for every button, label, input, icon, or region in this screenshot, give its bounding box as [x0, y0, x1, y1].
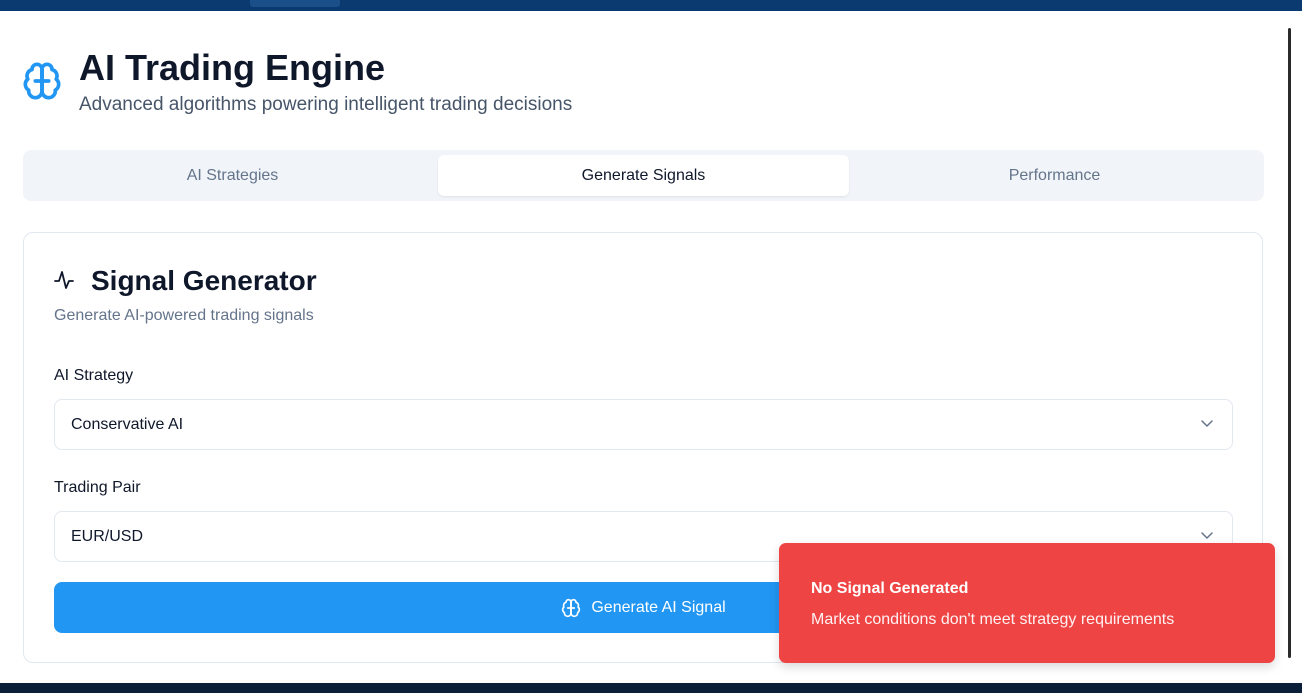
page-title: AI Trading Engine — [79, 47, 386, 88]
trading-pair-select-value: EUR/USD — [71, 528, 144, 545]
brain-icon — [23, 62, 61, 100]
card-description: Generate AI-powered trading signals — [54, 307, 314, 324]
chevron-down-icon — [1201, 420, 1213, 427]
browser-tab-indicator — [250, 0, 340, 7]
card-title: Signal Generator — [91, 265, 317, 296]
page-subtitle: Advanced algorithms powering intelligent… — [79, 94, 573, 115]
strategy-label: AI Strategy — [54, 367, 134, 384]
error-toast[interactable]: No Signal Generated Market conditions do… — [779, 543, 1275, 663]
bottom-bar — [0, 683, 1302, 693]
activity-icon — [54, 271, 74, 289]
tab-generate-signals[interactable]: Generate Signals — [438, 155, 849, 196]
tab-ai-strategies[interactable]: AI Strategies — [27, 155, 438, 196]
page-scrollbar[interactable] — [1288, 28, 1291, 658]
strategy-select[interactable]: Conservative AI — [54, 399, 1233, 450]
generate-button-label: Generate AI Signal — [591, 598, 726, 616]
strategy-select-value: Conservative AI — [71, 416, 184, 433]
brain-icon — [562, 598, 581, 617]
browser-top-bar — [0, 0, 1302, 11]
tab-performance[interactable]: Performance — [849, 155, 1260, 196]
toast-title: No Signal Generated — [811, 580, 969, 597]
trading-pair-label: Trading Pair — [54, 479, 141, 496]
toast-message: Market conditions don't meet strategy re… — [811, 611, 1175, 628]
tab-list: AI Strategies Generate Signals Performan… — [23, 150, 1264, 201]
chevron-down-icon — [1201, 532, 1213, 539]
